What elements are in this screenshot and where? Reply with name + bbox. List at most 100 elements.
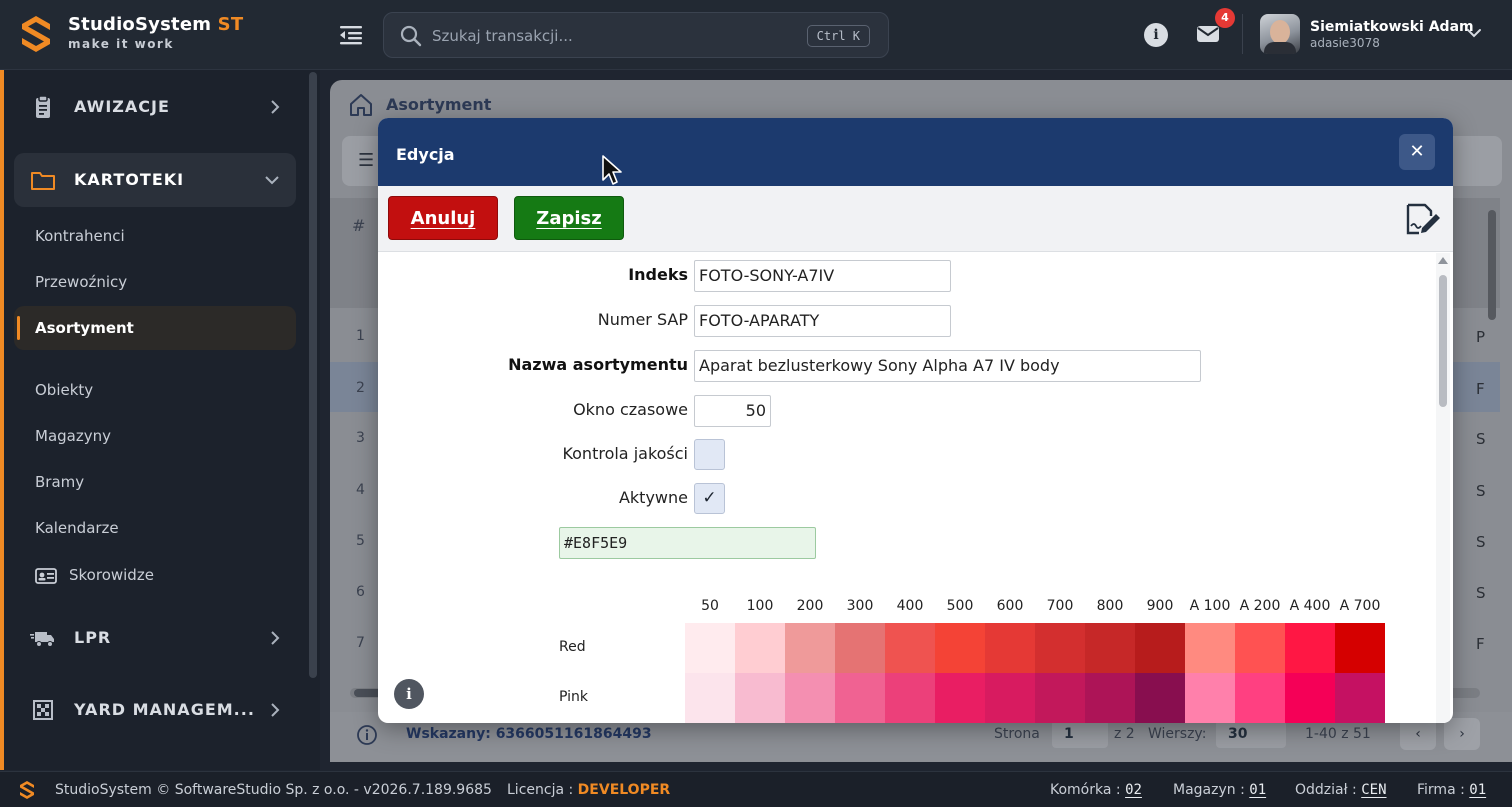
color-swatch[interactable] bbox=[1335, 623, 1385, 673]
color-field[interactable]: #E8F5E9 bbox=[559, 527, 816, 559]
sidebar-group-awizacje[interactable]: AWIZACJE bbox=[14, 80, 296, 134]
palette-shade-header: 900 bbox=[1146, 598, 1174, 614]
edit-document-icon[interactable] bbox=[1405, 202, 1441, 236]
color-swatch[interactable] bbox=[785, 673, 835, 723]
color-swatch[interactable] bbox=[1085, 623, 1135, 673]
row-number: 7 bbox=[356, 635, 365, 651]
sidebar-scrollbar[interactable] bbox=[309, 72, 317, 678]
sidebar-group-kartoteki[interactable]: KARTOTEKI bbox=[14, 153, 296, 207]
sidebar-item-skorowidze[interactable]: Skorowidze bbox=[35, 566, 154, 584]
kontrola-checkbox[interactable] bbox=[694, 439, 725, 470]
color-swatch[interactable] bbox=[685, 623, 735, 673]
sidebar-item-bramy[interactable]: Bramy bbox=[35, 473, 84, 491]
color-swatch[interactable] bbox=[1235, 673, 1285, 723]
folder-icon bbox=[31, 172, 55, 190]
row-number: 3 bbox=[356, 430, 365, 446]
sap-field[interactable]: FOTO-APARATY bbox=[694, 305, 951, 337]
sidebar-item-kontrahenci[interactable]: Kontrahenci bbox=[35, 227, 125, 245]
row-cell: S bbox=[1476, 584, 1486, 602]
color-swatch[interactable] bbox=[1135, 673, 1185, 723]
page-input[interactable]: 1 bbox=[1052, 720, 1108, 748]
status-bar: StudioSystem © SoftwareStudio Sp. z o.o.… bbox=[0, 771, 1512, 807]
color-swatch[interactable] bbox=[835, 673, 885, 723]
sidebar-group-label: LPR bbox=[74, 628, 112, 647]
grid-icon bbox=[33, 700, 53, 720]
sidebar-item-obiekty[interactable]: Obiekty bbox=[35, 381, 93, 399]
sidebar-item-magazyny[interactable]: Magazyny bbox=[35, 427, 111, 445]
aktywne-checkbox[interactable]: ✓ bbox=[694, 483, 725, 514]
color-swatch[interactable] bbox=[985, 673, 1035, 723]
magazyn-label: Magazyn : bbox=[1173, 782, 1245, 798]
search-box[interactable]: Szukaj transakcji... Ctrl K bbox=[383, 12, 889, 58]
studiosystem-logo-icon[interactable] bbox=[22, 16, 50, 52]
truck-icon bbox=[30, 632, 54, 647]
grid-vertical-scrollbar[interactable] bbox=[1488, 210, 1496, 680]
color-swatch[interactable] bbox=[1185, 673, 1235, 723]
mail-icon[interactable] bbox=[1196, 24, 1220, 44]
okno-field[interactable]: 50 bbox=[694, 395, 771, 427]
sidebar-item-przewoznicy[interactable]: Przewoźnicy bbox=[35, 273, 127, 291]
magazyn-indicator[interactable]: Magazyn : 01 bbox=[1173, 782, 1266, 798]
info-icon[interactable]: i bbox=[1144, 23, 1168, 47]
mouse-cursor-icon bbox=[602, 155, 622, 185]
user-login: adasie3078 bbox=[1310, 36, 1380, 50]
sidebar-group-lpr[interactable]: LPR bbox=[14, 611, 296, 665]
hamburger-icon[interactable]: ☰ bbox=[358, 150, 374, 171]
color-swatch[interactable] bbox=[1285, 623, 1335, 673]
indeks-field[interactable]: FOTO-SONY-A7IV bbox=[694, 260, 951, 292]
app-tagline: make it work bbox=[68, 37, 174, 51]
sap-label: Numer SAP bbox=[597, 310, 688, 329]
sidebar-item-asortyment[interactable]: Asortyment bbox=[14, 306, 296, 350]
chevron-down-icon[interactable] bbox=[1466, 27, 1482, 39]
color-swatch[interactable] bbox=[735, 623, 785, 673]
avatar[interactable] bbox=[1260, 14, 1300, 54]
oddzial-value: CEN bbox=[1361, 782, 1387, 798]
home-icon[interactable] bbox=[348, 92, 374, 118]
chevron-right-icon bbox=[271, 631, 280, 645]
close-icon[interactable]: ✕ bbox=[1399, 134, 1435, 170]
menu-collapse-icon[interactable] bbox=[338, 24, 364, 46]
firma-indicator[interactable]: Firma : 01 bbox=[1417, 782, 1486, 798]
color-swatch[interactable] bbox=[1335, 673, 1385, 723]
color-swatch[interactable] bbox=[935, 673, 985, 723]
color-swatch[interactable] bbox=[1285, 673, 1335, 723]
copyright: StudioSystem © SoftwareStudio Sp. z o.o.… bbox=[55, 782, 492, 798]
form-scrollbar[interactable] bbox=[1436, 253, 1450, 723]
palette-row-label: Red bbox=[559, 639, 586, 655]
save-button[interactable]: Zapisz bbox=[514, 196, 624, 240]
active-indicator bbox=[17, 316, 20, 340]
color-swatch[interactable] bbox=[1085, 673, 1135, 723]
color-swatch[interactable] bbox=[985, 623, 1035, 673]
dialog-header[interactable]: Edycja ✕ bbox=[378, 118, 1453, 186]
cancel-button[interactable]: Anuluj bbox=[388, 196, 498, 240]
info-icon[interactable] bbox=[356, 724, 378, 746]
color-swatch[interactable] bbox=[785, 623, 835, 673]
color-swatch[interactable] bbox=[735, 673, 785, 723]
palette-shade-header: 500 bbox=[946, 598, 974, 614]
user-name[interactable]: Siemiatkowski Adam bbox=[1310, 19, 1474, 35]
palette-shade-header: A 400 bbox=[1289, 598, 1331, 614]
nazwa-field[interactable]: Aparat bezlusterkowy Sony Alpha A7 IV bo… bbox=[694, 350, 1201, 382]
row-cell: F bbox=[1476, 635, 1485, 653]
color-swatch[interactable] bbox=[1135, 623, 1185, 673]
color-swatch[interactable] bbox=[1035, 623, 1085, 673]
sidebar-group-yard[interactable]: YARD MANAGEM... bbox=[14, 683, 296, 737]
color-swatch[interactable] bbox=[1185, 623, 1235, 673]
grid-header-hash: # bbox=[352, 216, 366, 235]
color-swatch[interactable] bbox=[885, 623, 935, 673]
color-swatch[interactable] bbox=[835, 623, 885, 673]
sidebar-item-kalendarze[interactable]: Kalendarze bbox=[35, 519, 119, 537]
komorka-indicator[interactable]: Komórka : 02 bbox=[1050, 782, 1142, 798]
palette-shade-header: 700 bbox=[1046, 598, 1074, 614]
breadcrumb[interactable]: Asortyment bbox=[386, 95, 491, 114]
rows-per-page-select[interactable]: 30 bbox=[1216, 720, 1286, 748]
info-icon[interactable]: i bbox=[394, 679, 424, 709]
color-swatch[interactable] bbox=[885, 673, 935, 723]
sidebar-group-label: KARTOTEKI bbox=[74, 170, 185, 189]
color-swatch[interactable] bbox=[1235, 623, 1285, 673]
color-swatch[interactable] bbox=[685, 673, 735, 723]
color-swatch[interactable] bbox=[935, 623, 985, 673]
oddzial-indicator[interactable]: Oddział : CEN bbox=[1295, 782, 1387, 798]
top-bar: StudioSystem ST make it work Szukaj tran… bbox=[0, 0, 1512, 70]
color-swatch[interactable] bbox=[1035, 673, 1085, 723]
